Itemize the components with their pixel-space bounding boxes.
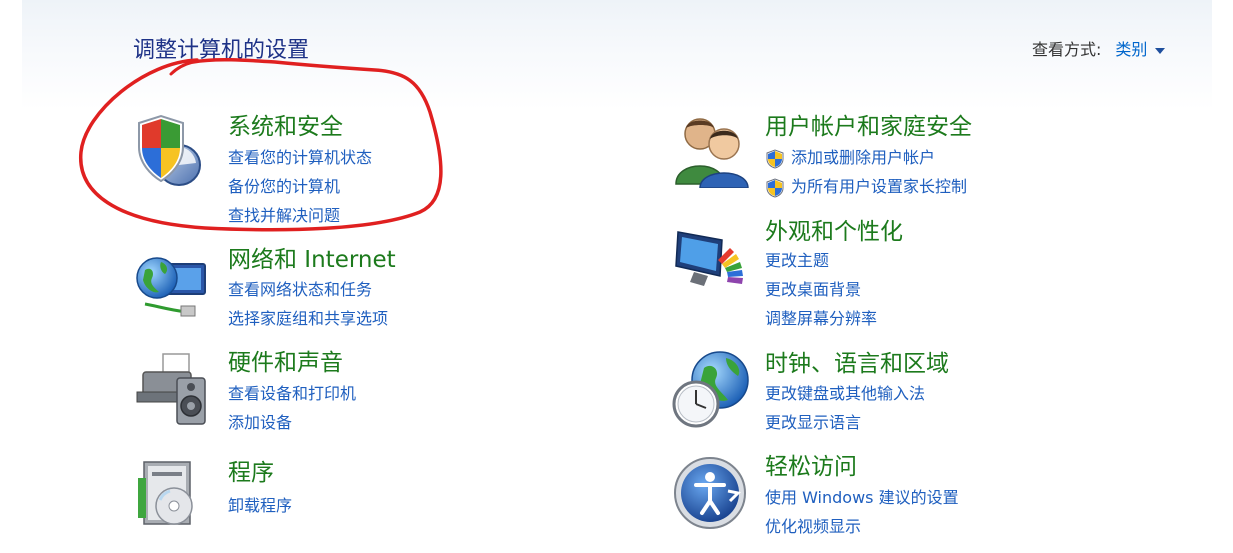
monitor-palette-icon[interactable] [674, 226, 750, 296]
category-title-appearance[interactable]: 外观和个性化 [765, 218, 903, 246]
network-globe-icon[interactable] [133, 250, 209, 324]
category-title-ease-of-access[interactable]: 轻松访问 [765, 453, 857, 481]
link-change-theme[interactable]: 更改主题 [765, 251, 829, 271]
link-windows-recommended-settings[interactable]: 使用 Windows 建议的设置 [765, 488, 959, 508]
view-by-label: 查看方式: [1032, 40, 1102, 59]
link-change-display-language[interactable]: 更改显示语言 [765, 413, 861, 433]
chevron-down-icon[interactable] [1155, 47, 1166, 54]
category-title-hardware-sound[interactable]: 硬件和声音 [228, 349, 343, 377]
category-title-system-security[interactable]: 系统和安全 [228, 113, 343, 141]
link-text: 添加或删除用户帐户 [791, 148, 936, 167]
link-view-computer-status[interactable]: 查看您的计算机状态 [228, 148, 372, 168]
category-title-network-internet[interactable]: 网络和 Internet [228, 246, 396, 274]
shield-icon[interactable] [133, 113, 203, 189]
link-uninstall-program[interactable]: 卸载程序 [228, 496, 292, 516]
category-title-user-accounts[interactable]: 用户帐户和家庭安全 [765, 113, 972, 141]
link-devices-printers[interactable]: 查看设备和打印机 [228, 384, 356, 404]
view-by-dropdown[interactable]: 类别 [1115, 40, 1147, 59]
link-parental-controls[interactable]: 为所有用户设置家长控制 [765, 177, 968, 198]
link-homegroup-sharing[interactable]: 选择家庭组和共享选项 [228, 309, 388, 329]
link-adjust-resolution[interactable]: 调整屏幕分辨率 [765, 309, 877, 329]
link-optimize-video-display[interactable]: 优化视频显示 [765, 517, 861, 537]
accessibility-icon[interactable] [672, 455, 748, 531]
printer-speaker-icon[interactable] [133, 352, 209, 428]
uac-shield-icon [766, 149, 784, 169]
link-change-desktop-background[interactable]: 更改桌面背景 [765, 280, 861, 300]
uac-shield-icon [766, 178, 784, 198]
link-add-device[interactable]: 添加设备 [228, 413, 292, 433]
link-change-keyboard-input[interactable]: 更改键盘或其他输入法 [765, 384, 925, 404]
clock-globe-icon[interactable] [670, 348, 750, 428]
page-title: 调整计算机的设置 [133, 38, 310, 63]
link-troubleshoot[interactable]: 查找并解决问题 [228, 206, 340, 226]
programs-disc-icon[interactable] [136, 458, 206, 530]
link-add-remove-accounts[interactable]: 添加或删除用户帐户 [765, 148, 936, 169]
category-title-clock-language-region[interactable]: 时钟、语言和区域 [765, 350, 949, 378]
users-icon[interactable] [672, 114, 750, 188]
link-view-network-status[interactable]: 查看网络状态和任务 [228, 280, 372, 300]
category-title-programs[interactable]: 程序 [228, 459, 274, 487]
link-text: 为所有用户设置家长控制 [791, 177, 968, 196]
view-by-control: 查看方式: 类别 [1032, 36, 1166, 60]
link-backup-computer[interactable]: 备份您的计算机 [228, 177, 340, 197]
